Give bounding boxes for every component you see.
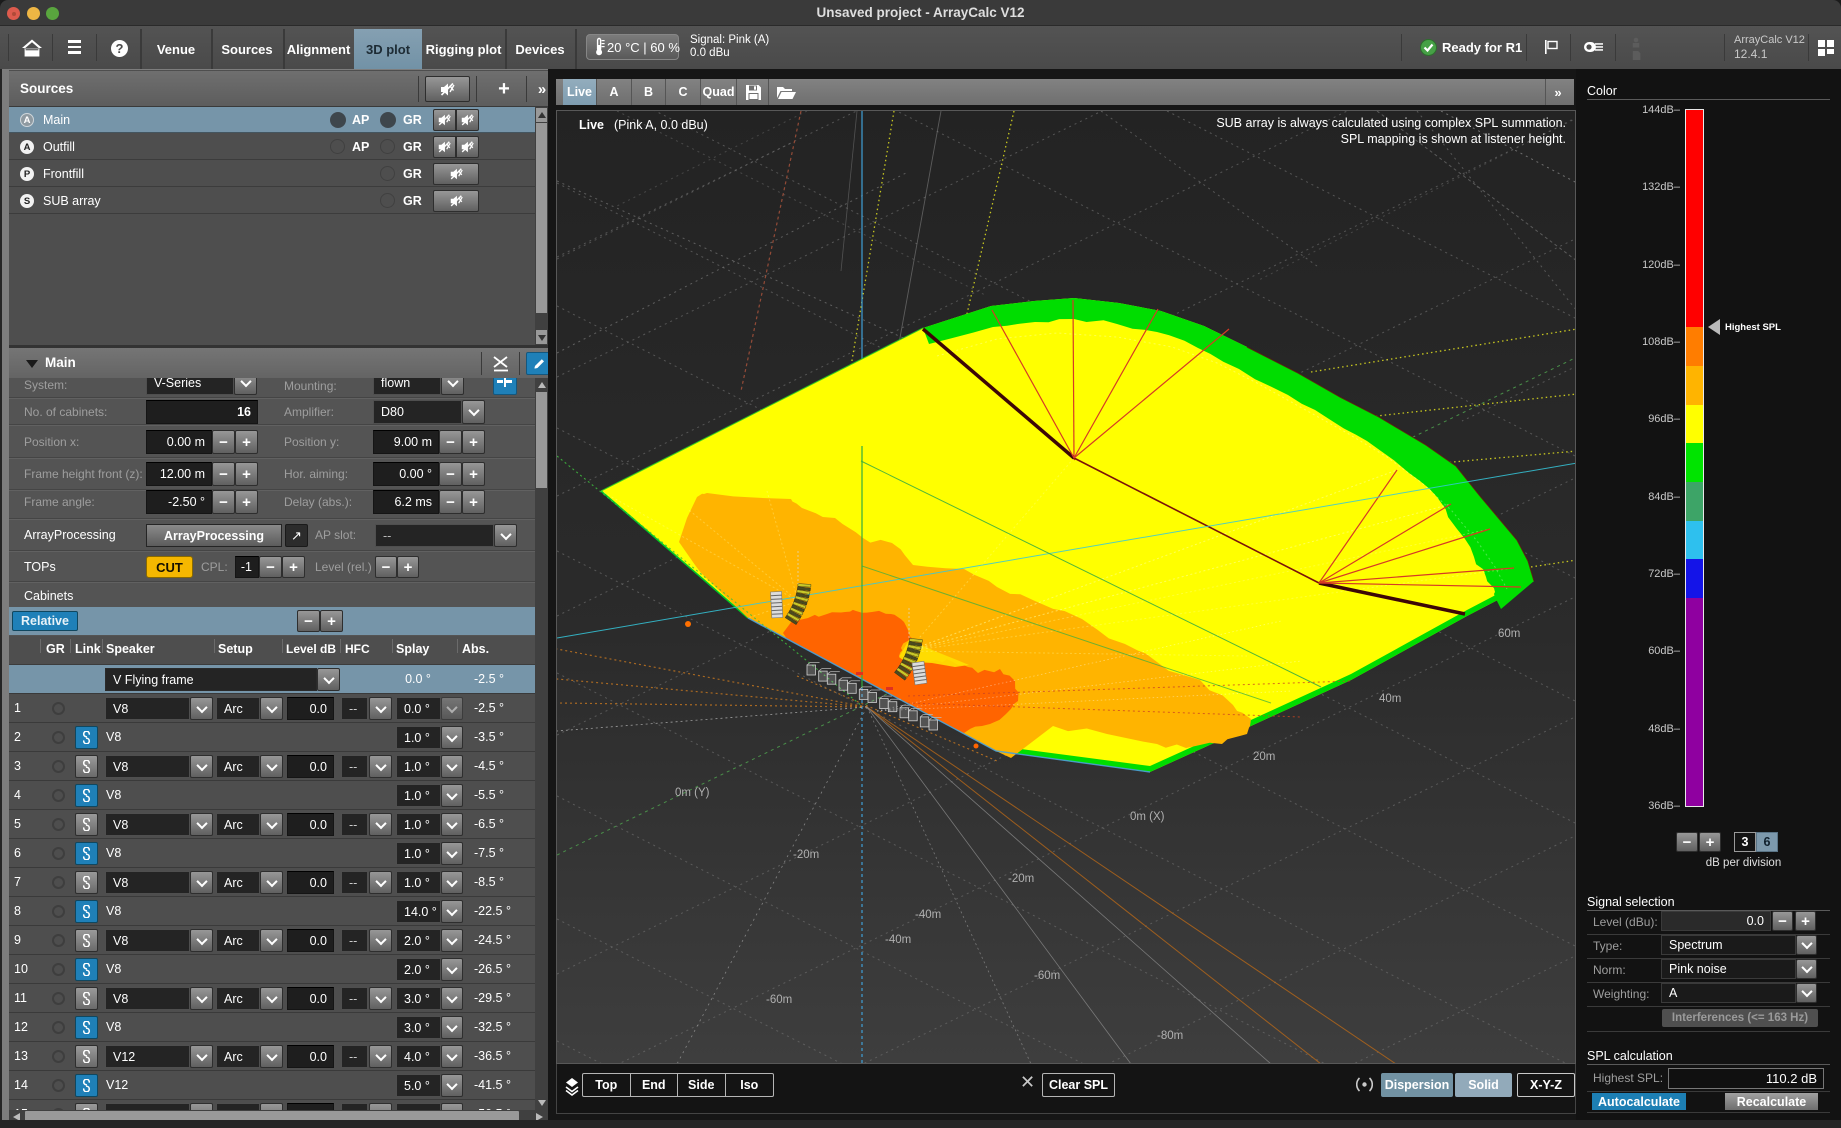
svg-text:-20m: -20m	[1008, 873, 1034, 885]
svg-text:20m: 20m	[1253, 751, 1275, 763]
svg-text:0m (X): 0m (X)	[1130, 811, 1165, 823]
svg-text:SUB array is always calculated: SUB array is always calculated using com…	[1216, 116, 1566, 130]
svg-text:SPL mapping is shown at listen: SPL mapping is shown at listener height.	[1341, 132, 1566, 146]
svg-text:-20m: -20m	[793, 849, 819, 861]
svg-text:60m: 60m	[1498, 628, 1520, 640]
svg-text:-40m: -40m	[885, 934, 911, 946]
svg-text:-40m: -40m	[915, 909, 941, 921]
svg-text:-80m: -80m	[1157, 1030, 1183, 1042]
svg-text:0m (Y): 0m (Y)	[675, 787, 710, 799]
svg-text:-60m: -60m	[766, 994, 792, 1006]
svg-text:-60m: -60m	[1034, 970, 1060, 982]
svg-text:Live: Live	[579, 118, 604, 132]
svg-text:40m: 40m	[1379, 693, 1401, 705]
svg-text:(Pink A, 0.0 dBu): (Pink A, 0.0 dBu)	[614, 118, 708, 132]
